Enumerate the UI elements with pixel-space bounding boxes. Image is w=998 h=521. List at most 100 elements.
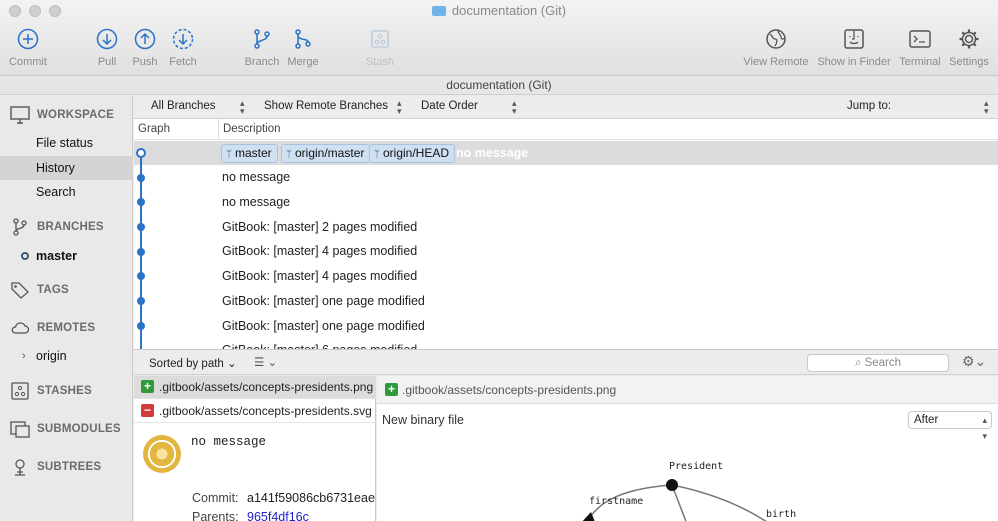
avatar — [143, 435, 181, 473]
remote-branches-select[interactable]: Show Remote Branches — [264, 100, 388, 112]
merge-button[interactable]: Merge — [285, 26, 321, 68]
terminal-button[interactable]: Terminal — [898, 26, 942, 68]
list-view-icon[interactable]: ☰ ⌄ — [254, 355, 277, 369]
stash-button[interactable]: Stash — [363, 26, 397, 68]
fetch-icon — [172, 28, 194, 50]
search-icon: ⌕ — [854, 357, 865, 369]
commit-button[interactable]: Commit — [8, 26, 48, 68]
file-pane-toolbar: Sorted by path ⌄ ☰ ⌄ ⌕ Search ⚙⌄ — [134, 350, 998, 375]
file-path: .gitbook/assets/concepts-presidents.svg — [159, 404, 372, 418]
commit-message: no message — [222, 170, 291, 184]
diff-view-select[interactable]: After ▴ ▾ — [908, 411, 992, 441]
current-branch-icon — [21, 252, 29, 260]
commit-row[interactable]: GitBook: [master] one page modified — [134, 314, 998, 338]
settings-button[interactable]: Settings — [947, 26, 991, 68]
sidebar-header-submodules[interactable]: SUBMODULES — [10, 420, 121, 438]
sidebar-header-branches[interactable]: BRANCHES — [10, 218, 104, 236]
branch-button[interactable]: Branch — [243, 26, 281, 68]
commit-message: no message — [222, 195, 291, 209]
order-select[interactable]: Date Order — [421, 100, 478, 112]
branch-tag-origin-head[interactable]: ᛘ origin/HEAD — [369, 144, 456, 163]
sidebar-header-workspace[interactable]: WORKSPACE — [10, 106, 114, 124]
sidebar-item-file-status[interactable]: File status — [0, 131, 133, 155]
branch-tag-master[interactable]: ᛘ master — [221, 144, 278, 163]
stash-icon — [371, 30, 389, 48]
graph-head-node — [136, 148, 146, 158]
changed-files-pane: + .gitbook/assets/concepts-presidents.pn… — [134, 376, 376, 521]
added-file-icon: + — [385, 383, 398, 396]
commit-message: no message — [456, 146, 529, 160]
sidebar-item-branch-master[interactable]: master — [0, 244, 133, 268]
commit-message: GitBook: [master] 2 pages modified — [222, 220, 418, 234]
graph-node — [137, 174, 145, 182]
commit-row[interactable]: GitBook: [master] 4 pages modified — [134, 264, 998, 288]
branch-filter-select[interactable]: All Branches — [151, 100, 216, 112]
repository-title: documentation (Git) — [0, 76, 998, 95]
commit-row[interactable]: no message — [134, 190, 998, 214]
commit-row[interactable]: GitBook: [master] 6 pages modified — [134, 338, 998, 350]
arrow-up-circle-icon — [134, 28, 156, 50]
sort-menu[interactable]: Sorted by path ⌄ — [149, 356, 237, 370]
commit-row[interactable]: ᛘ master ᛘ origin/master ᛘ origin/HEAD no m… — [134, 141, 998, 165]
view-remote-button[interactable]: View Remote — [742, 26, 810, 68]
commit-row[interactable]: GitBook: [master] one page modified — [134, 289, 998, 313]
removed-file-icon: − — [141, 404, 154, 417]
globe-icon — [766, 29, 786, 49]
sidebar: WORKSPACE File status History Search BRA… — [0, 96, 133, 521]
select-arrows-icon: ▴ ▾ — [240, 98, 245, 116]
file-path: .gitbook/assets/concepts-presidents.png — [159, 380, 374, 394]
folder-icon — [431, 6, 446, 16]
commit-message: GitBook: [master] 4 pages modified — [222, 244, 418, 258]
pull-button[interactable]: Pull — [92, 26, 122, 68]
sidebar-header-stashes[interactable]: STASHES — [10, 382, 92, 400]
sidebar-item-remote-origin[interactable]: › origin — [0, 344, 133, 368]
commit-label: Commit: — [192, 491, 239, 505]
graph-node — [137, 272, 145, 280]
tag-icon — [11, 282, 29, 299]
graph-node — [137, 248, 145, 256]
commit-message: GitBook: [master] 4 pages modified — [222, 269, 418, 283]
diagram-label: firstname — [589, 496, 643, 507]
show-in-finder-button[interactable]: Show in Finder — [816, 26, 892, 68]
file-row[interactable]: − .gitbook/assets/concepts-presidents.sv… — [134, 400, 376, 423]
select-arrows-icon: ▴ ▾ — [397, 98, 402, 116]
commit-row[interactable]: GitBook: [master] 2 pages modified — [134, 215, 998, 239]
cloud-icon — [11, 322, 30, 334]
finder-icon — [844, 29, 864, 49]
diff-pane: + .gitbook/assets/concepts-presidents.pn… — [377, 376, 998, 521]
sidebar-header-subtrees[interactable]: SUBTREES — [10, 458, 101, 476]
sidebar-header-tags[interactable]: TAGS — [10, 281, 69, 299]
branch-icon — [254, 29, 270, 49]
fetch-button[interactable]: Fetch — [166, 26, 200, 68]
commit-list: ᛘ master ᛘ origin/master ᛘ origin/HEAD no m… — [134, 140, 998, 350]
description-column-header[interactable]: Description — [223, 123, 281, 135]
graph-node-president — [666, 479, 678, 491]
terminal-icon — [909, 30, 931, 48]
sidebar-item-history[interactable]: History — [0, 156, 133, 180]
sidebar-item-search[interactable]: Search — [0, 180, 133, 204]
commit-message: GitBook: [master] 6 pages modified — [222, 343, 418, 350]
push-button[interactable]: Push — [130, 26, 160, 68]
stash-icon — [11, 382, 29, 400]
jump-to-select[interactable]: Jump to: — [847, 100, 891, 112]
branch-tag-origin-master[interactable]: ᛘ origin/master — [281, 144, 371, 163]
file-row[interactable]: + .gitbook/assets/concepts-presidents.pn… — [134, 376, 376, 399]
gear-icon — [959, 29, 979, 49]
added-file-icon: + — [141, 380, 154, 393]
submodule-icon — [10, 421, 30, 438]
select-arrows-icon: ▴ ▾ — [984, 98, 989, 116]
chevron-right-icon[interactable]: › — [22, 344, 26, 368]
commit-message: GitBook: [master] one page modified — [222, 294, 425, 308]
graph-column-header[interactable]: Graph — [138, 123, 170, 135]
commit-row[interactable]: no message — [134, 165, 998, 189]
file-search-input[interactable]: ⌕ Search — [807, 354, 949, 372]
commit-hash: a141f59086cb6731eae — [247, 491, 375, 505]
column-divider[interactable] — [218, 119, 219, 139]
window-toolbar: documentation (Git) Commit Pull Push Fet… — [0, 0, 998, 76]
commit-row[interactable]: GitBook: [master] 4 pages modified — [134, 239, 998, 263]
sidebar-header-remotes[interactable]: REMOTES — [10, 319, 95, 337]
graph-node — [137, 297, 145, 305]
graph-node — [137, 198, 145, 206]
parent-hash-link[interactable]: 965f4df16c — [247, 510, 309, 521]
gear-icon[interactable]: ⚙⌄ — [962, 353, 986, 370]
